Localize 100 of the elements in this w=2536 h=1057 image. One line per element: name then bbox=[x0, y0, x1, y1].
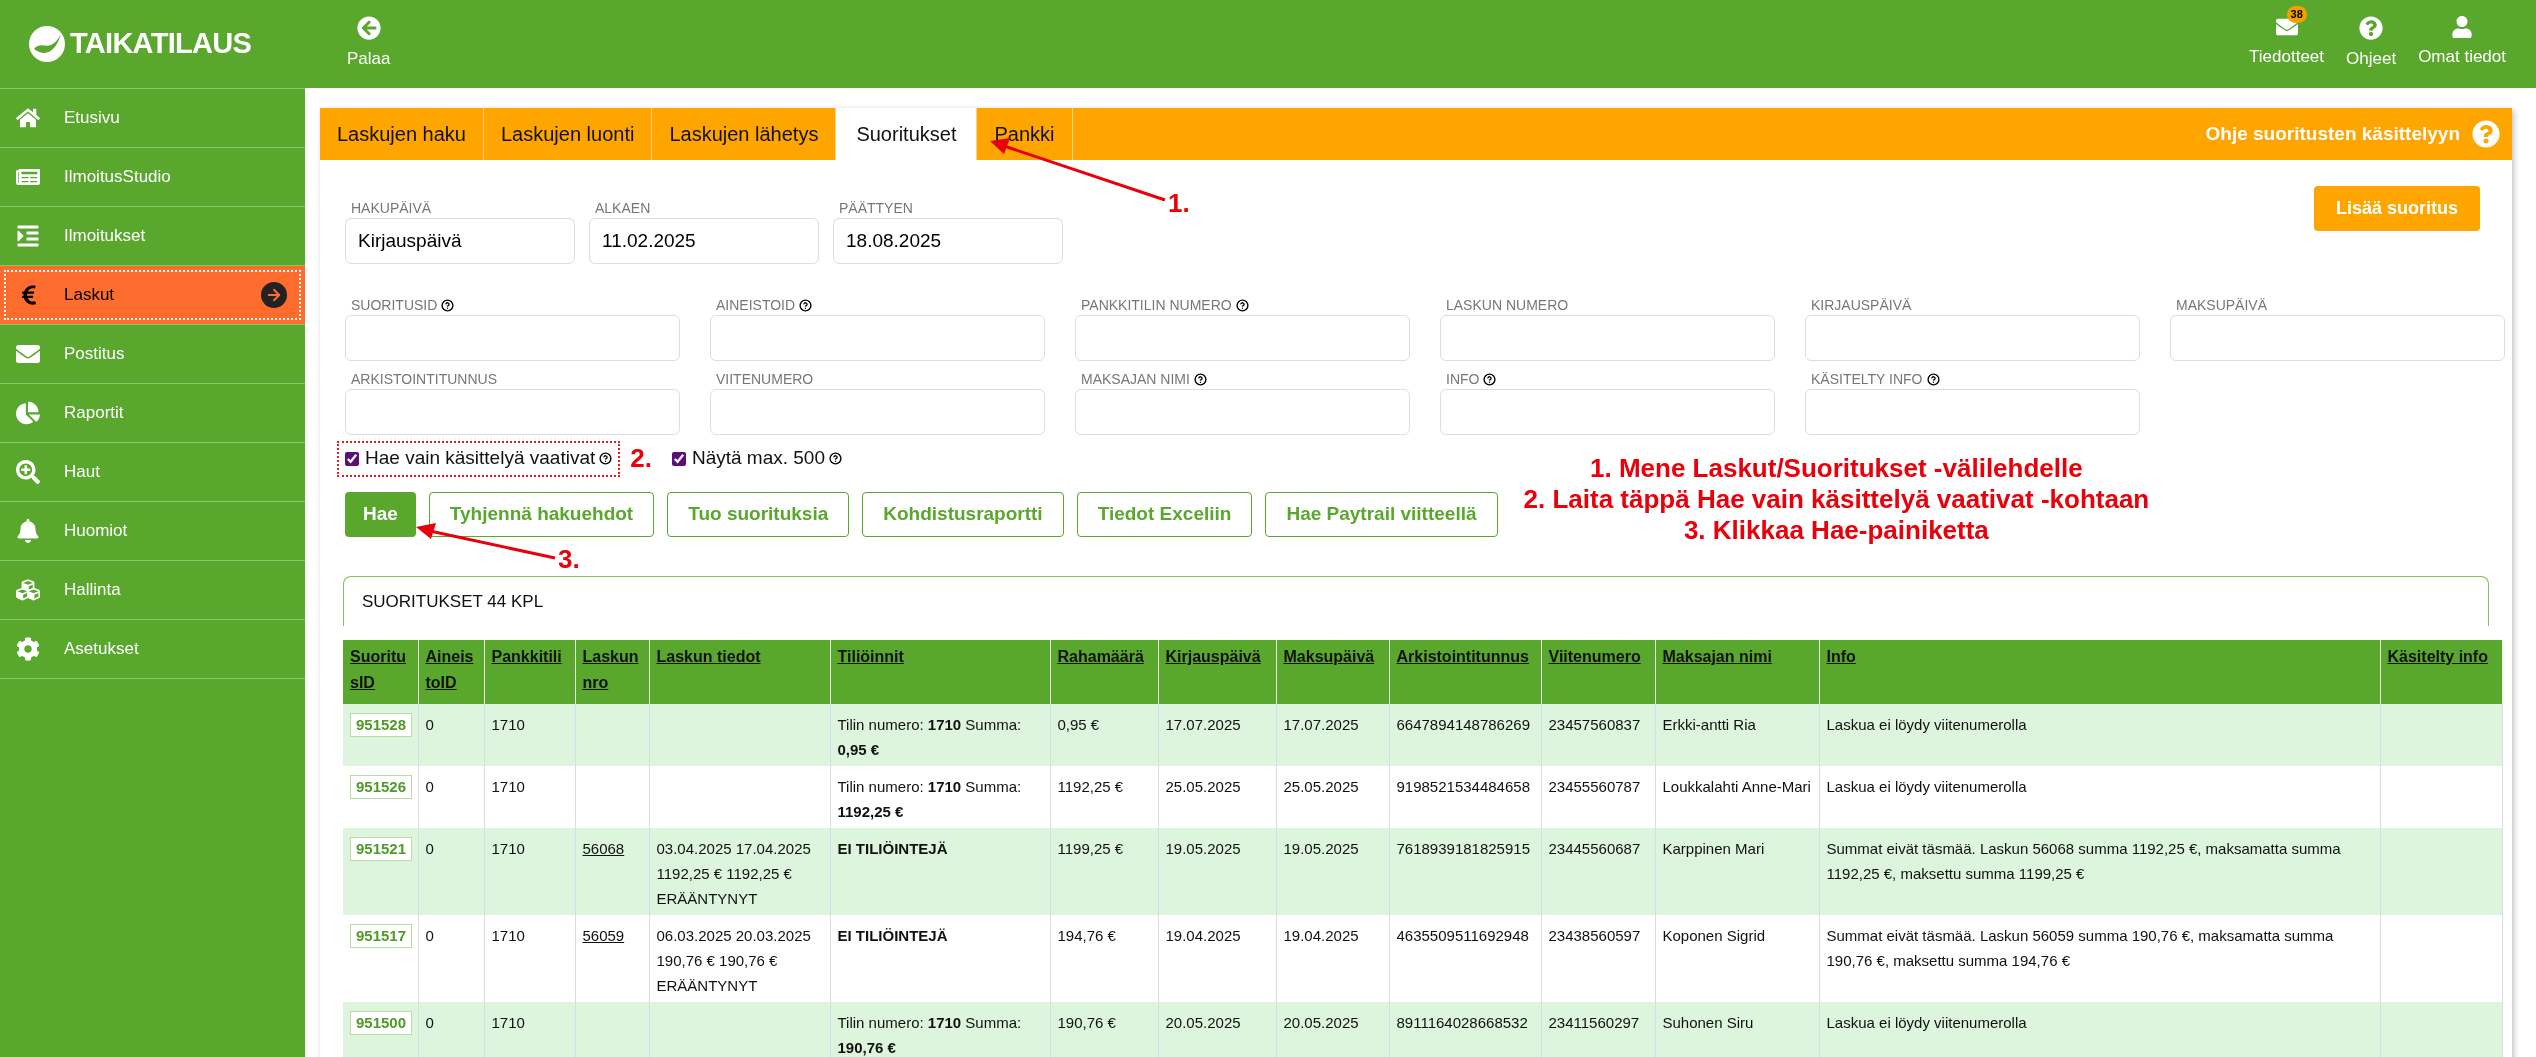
payment-id-link[interactable]: 951500 bbox=[350, 1011, 413, 1035]
back-button[interactable]: Palaa bbox=[347, 16, 391, 72]
tab[interactable]: Laskujen luonti bbox=[484, 108, 653, 160]
help-icon[interactable] bbox=[1483, 372, 1497, 386]
column-header[interactable]: Pankkitili bbox=[491, 644, 568, 670]
column-header[interactable]: Laskun nro bbox=[582, 644, 642, 696]
header-nav-link[interactable]: Omat tiedot bbox=[2418, 16, 2506, 70]
table-cell-text: 03.04.2025 17.04.2025 1192,25 € 1192,25 € ERÄÄNTYNYT bbox=[656, 840, 811, 907]
input-field[interactable]: 11.02.2025 bbox=[589, 218, 819, 264]
table-cell-text: Loukkalahti Anne-Mari bbox=[1662, 778, 1811, 795]
table-cell-text: 4635509511692948 bbox=[1396, 927, 1529, 944]
table-cell-text: Karppinen Mari bbox=[1662, 840, 1765, 857]
help-icon[interactable] bbox=[441, 298, 455, 312]
table-cell-text: 20.05.2025 bbox=[1165, 1014, 1241, 1031]
sidebar-item[interactable]: Raportit bbox=[0, 384, 305, 443]
action-button[interactable]: Hae bbox=[345, 492, 416, 537]
column-header[interactable]: Käsitelty info bbox=[2387, 644, 2495, 670]
table-cell-text: 1710 bbox=[491, 840, 525, 857]
action-button[interactable]: Tiedot Exceliin bbox=[1076, 492, 1253, 537]
column-header[interactable]: Tiliöinnit bbox=[837, 644, 1043, 670]
column-header[interactable]: Maksajan nimi bbox=[1662, 644, 1812, 670]
input-field[interactable] bbox=[1805, 315, 2140, 361]
invoice-link[interactable]: 56059 bbox=[582, 927, 625, 944]
instruction-text: 2. Laita täppä Hae vain käsittelyä vaativat -kohtaan bbox=[1523, 484, 2150, 515]
input-field[interactable] bbox=[345, 315, 680, 361]
table-cell-text: 25.05.2025 bbox=[1283, 778, 1359, 795]
back-arrow-icon bbox=[356, 16, 381, 41]
payment-id-link[interactable]: 951528 bbox=[350, 713, 413, 737]
column-header[interactable]: Laskun tiedot bbox=[656, 644, 823, 670]
help-icon[interactable] bbox=[1926, 372, 1940, 386]
table-cell-text: 19.04.2025 bbox=[1283, 927, 1359, 944]
field-label: HAKUPÄIVÄ bbox=[350, 200, 432, 216]
table-cell-text: Laskua ei löydy viitenumerolla bbox=[1826, 778, 2027, 795]
sidebar-label: Asetukset bbox=[64, 638, 139, 661]
payment-id-link[interactable]: 951521 bbox=[350, 837, 413, 861]
table-cell-text: 7618939181825915 bbox=[1396, 840, 1530, 857]
header-nav-link[interactable]: Ohjeet bbox=[2346, 16, 2397, 72]
action-button[interactable]: Tuo suorituksia bbox=[667, 492, 850, 537]
table-cell-text: 17.07.2025 bbox=[1283, 716, 1359, 733]
help-icon[interactable] bbox=[1193, 372, 1207, 386]
sidebar-item[interactable]: Haut bbox=[0, 443, 305, 502]
table-cell-text: 23457560837 bbox=[1548, 716, 1641, 733]
column-header[interactable]: SuoritusID bbox=[350, 644, 411, 696]
table-cell-text: Erkki-antti Ria bbox=[1662, 716, 1756, 733]
column-header[interactable]: Maksupäivä bbox=[1283, 644, 1382, 670]
action-button[interactable]: Hae Paytrail viitteellä bbox=[1265, 492, 1498, 537]
action-button[interactable]: Kohdistusraportti bbox=[862, 492, 1064, 537]
help-icon[interactable] bbox=[599, 452, 613, 465]
column-header[interactable]: Kirjauspäivä bbox=[1165, 644, 1269, 670]
help-icon[interactable] bbox=[799, 298, 813, 312]
sidebar-item[interactable]: Hallinta bbox=[0, 561, 305, 620]
table-cell-text: 1710 bbox=[491, 927, 525, 944]
field-label: AINEISTOID bbox=[710, 297, 813, 313]
pie-chart-icon bbox=[16, 401, 40, 425]
sidebar-item[interactable]: Postitus bbox=[0, 325, 305, 384]
input-field[interactable] bbox=[1805, 389, 2140, 435]
table-cell-text: 1710 bbox=[491, 778, 525, 795]
column-header[interactable]: Info bbox=[1826, 644, 2373, 670]
input-field[interactable] bbox=[1075, 315, 1410, 361]
sidebar-item[interactable]: Laskut bbox=[0, 266, 305, 325]
field-label: ALKAEN bbox=[594, 200, 651, 216]
add-payment-button[interactable]: Lisää suoritus bbox=[2313, 186, 2480, 231]
help-icon[interactable] bbox=[829, 452, 842, 465]
sidebar-item[interactable]: Etusivu bbox=[0, 89, 305, 148]
field-label: SUORITUSID bbox=[345, 297, 455, 313]
column-header[interactable]: AineistoID bbox=[425, 644, 477, 696]
help-link[interactable]: Ohje suoritusten käsittelyyn bbox=[2205, 119, 2500, 149]
table-cell-text: Suhonen Siru bbox=[1662, 1014, 1754, 1031]
input-field[interactable] bbox=[1075, 389, 1410, 435]
input-field[interactable] bbox=[2170, 315, 2505, 361]
table-cell-text: 0 bbox=[425, 778, 434, 795]
column-header[interactable]: Viitenumero bbox=[1548, 644, 1648, 670]
tab[interactable]: Suoritukset bbox=[836, 108, 978, 160]
sidebar-item[interactable]: Huomiot bbox=[0, 502, 305, 561]
input-field[interactable] bbox=[1440, 389, 1775, 435]
action-button[interactable]: Tyhjennä hakuehdot bbox=[428, 492, 655, 537]
column-header[interactable]: Rahamäärä bbox=[1057, 644, 1151, 670]
input-field[interactable] bbox=[710, 315, 1045, 361]
tab[interactable]: Laskujen haku bbox=[320, 108, 484, 160]
sidebar-item[interactable]: Asetukset bbox=[0, 620, 305, 679]
sidebar-item[interactable]: IlmoitusStudio bbox=[0, 148, 305, 207]
input-field[interactable]: 18.08.2025 bbox=[833, 218, 1063, 264]
home-icon bbox=[16, 106, 40, 130]
input-field[interactable] bbox=[345, 389, 680, 435]
sidebar-label: Huomiot bbox=[64, 520, 128, 543]
input-field[interactable] bbox=[1440, 315, 1775, 361]
sidebar-label: IlmoitusStudio bbox=[64, 166, 171, 189]
sidebar-label: Etusivu bbox=[64, 107, 120, 130]
invoice-link[interactable]: 56068 bbox=[582, 840, 625, 857]
checkbox[interactable] bbox=[671, 451, 686, 466]
payment-id-link[interactable]: 951526 bbox=[350, 775, 413, 799]
help-icon[interactable] bbox=[1235, 298, 1249, 312]
sidebar-label: Ilmoitukset bbox=[64, 225, 146, 248]
field-label: PANKKITILIN NUMERO bbox=[1075, 297, 1249, 313]
instruction-text: 3. Klikkaa Hae-painiketta bbox=[1683, 515, 1989, 546]
input-field[interactable] bbox=[710, 389, 1045, 435]
column-header[interactable]: Arkistointitunnus bbox=[1396, 644, 1534, 670]
input-field[interactable]: Kirjauspäivä bbox=[345, 218, 575, 264]
payment-id-link[interactable]: 951517 bbox=[350, 924, 413, 948]
checkbox[interactable] bbox=[345, 451, 359, 466]
